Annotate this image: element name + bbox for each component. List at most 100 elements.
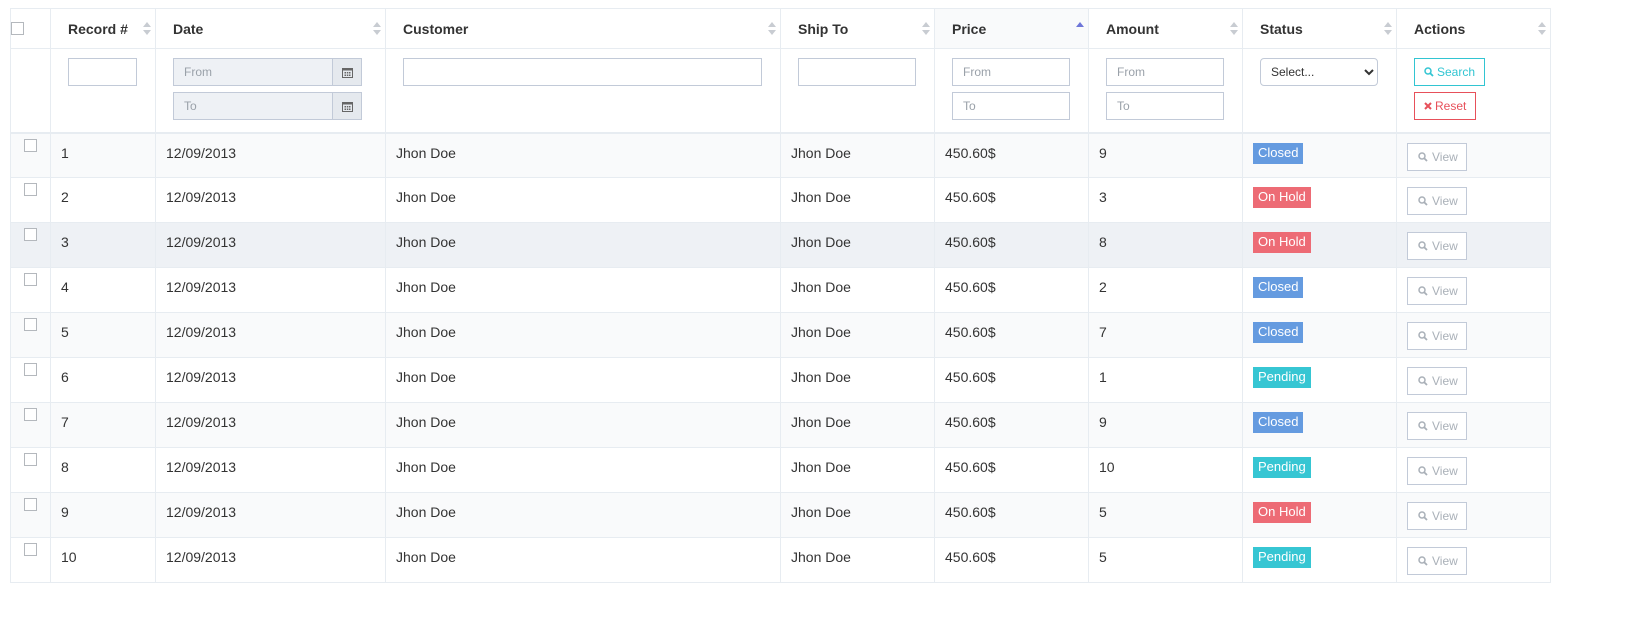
column-header-customer[interactable]: Customer	[385, 8, 781, 49]
search-icon	[1418, 556, 1428, 566]
status-filter-select[interactable]: Select...	[1260, 58, 1378, 86]
row-checkbox[interactable]	[24, 273, 37, 286]
row-checkbox[interactable]	[24, 498, 37, 511]
view-button[interactable]: View	[1407, 322, 1467, 350]
search-icon	[1418, 241, 1428, 251]
customer-cell: Jhon Doe	[385, 492, 781, 538]
row-select-cell	[10, 447, 51, 493]
date-cell: 12/09/2013	[155, 177, 386, 223]
sort-arrows-icon	[768, 22, 776, 36]
customer-cell: Jhon Doe	[385, 177, 781, 223]
search-icon	[1418, 196, 1428, 206]
select-all-checkbox[interactable]	[11, 21, 24, 35]
actions-cell: View	[1396, 222, 1551, 268]
column-header-amount[interactable]: Amount	[1088, 8, 1243, 49]
status-badge: Pending	[1253, 547, 1311, 568]
calendar-icon[interactable]	[332, 58, 362, 86]
amount-from-input[interactable]	[1106, 58, 1224, 86]
column-header-date[interactable]: Date	[155, 8, 386, 49]
view-button[interactable]: View	[1407, 142, 1467, 171]
date-from-group	[173, 58, 362, 86]
record-filter-input[interactable]	[68, 58, 137, 86]
view-button[interactable]: View	[1407, 502, 1467, 530]
price-cell: 450.60$	[934, 402, 1089, 448]
column-header-record[interactable]: Record #	[50, 8, 156, 49]
column-header-status[interactable]: Status	[1242, 8, 1397, 49]
row-checkbox[interactable]	[24, 363, 37, 376]
row-checkbox[interactable]	[24, 138, 37, 152]
table-row: 1 12/09/2013 Jhon Doe Jhon Doe 450.60$ 9…	[10, 132, 1551, 178]
table-body: 1 12/09/2013 Jhon Doe Jhon Doe 450.60$ 9…	[10, 132, 1551, 583]
status-badge: On Hold	[1253, 187, 1311, 208]
column-header-actions[interactable]: Actions	[1396, 8, 1551, 49]
status-cell: Closed	[1242, 402, 1397, 448]
date-from-input[interactable]	[173, 58, 332, 86]
view-button[interactable]: View	[1407, 367, 1467, 395]
actions-cell: View	[1396, 312, 1551, 358]
amount-cell: 5	[1088, 537, 1243, 583]
date-to-input[interactable]	[173, 92, 332, 120]
actions-cell: View	[1396, 447, 1551, 493]
filter-cell-date	[155, 48, 386, 134]
search-icon	[1418, 331, 1428, 341]
row-select-cell	[10, 357, 51, 403]
ship-to-cell: Jhon Doe	[780, 402, 935, 448]
price-to-input[interactable]	[952, 92, 1070, 120]
date-cell: 12/09/2013	[155, 537, 386, 583]
filter-cell-price	[934, 48, 1089, 134]
row-checkbox[interactable]	[24, 228, 37, 241]
date-cell: 12/09/2013	[155, 267, 386, 313]
actions-cell: View	[1396, 357, 1551, 403]
ship-to-filter-input[interactable]	[798, 58, 916, 86]
table-header-row: Record # Date Customer Ship To Price Amo…	[10, 8, 1551, 49]
amount-to-input[interactable]	[1106, 92, 1224, 120]
table-row: 8 12/09/2013 Jhon Doe Jhon Doe 450.60$ 1…	[10, 447, 1551, 493]
ship-to-cell: Jhon Doe	[780, 222, 935, 268]
search-icon	[1418, 286, 1428, 296]
record-cell: 5	[50, 312, 156, 358]
view-button[interactable]: View	[1407, 457, 1467, 485]
date-cell: 12/09/2013	[155, 312, 386, 358]
price-cell: 450.60$	[934, 537, 1089, 583]
column-header-price[interactable]: Price	[934, 8, 1089, 49]
customer-cell: Jhon Doe	[385, 447, 781, 493]
calendar-icon[interactable]	[332, 92, 362, 120]
view-button[interactable]: View	[1407, 277, 1467, 305]
row-select-cell	[10, 492, 51, 538]
sort-arrows-icon	[922, 22, 930, 36]
price-cell: 450.60$	[934, 357, 1089, 403]
column-header-ship-to[interactable]: Ship To	[780, 8, 935, 49]
record-cell: 7	[50, 402, 156, 448]
amount-cell: 1	[1088, 357, 1243, 403]
amount-cell: 2	[1088, 267, 1243, 313]
search-icon	[1424, 67, 1434, 77]
ship-to-cell: Jhon Doe	[780, 177, 935, 223]
row-checkbox[interactable]	[24, 318, 37, 331]
view-button[interactable]: View	[1407, 232, 1467, 260]
date-cell: 12/09/2013	[155, 447, 386, 493]
view-button[interactable]: View	[1407, 547, 1467, 575]
table-row: 5 12/09/2013 Jhon Doe Jhon Doe 450.60$ 7…	[10, 312, 1551, 358]
row-checkbox[interactable]	[24, 183, 37, 196]
view-button[interactable]: View	[1407, 187, 1467, 215]
customer-cell: Jhon Doe	[385, 267, 781, 313]
row-select-cell	[10, 267, 51, 313]
search-button[interactable]: Search	[1414, 58, 1486, 86]
row-checkbox[interactable]	[24, 453, 37, 466]
table-row: 3 12/09/2013 Jhon Doe Jhon Doe 450.60$ 8…	[10, 222, 1551, 268]
customer-cell: Jhon Doe	[385, 222, 781, 268]
status-badge: Closed	[1253, 412, 1304, 433]
row-checkbox[interactable]	[24, 408, 37, 421]
view-button[interactable]: View	[1407, 412, 1467, 440]
table-row: 10 12/09/2013 Jhon Doe Jhon Doe 450.60$ …	[10, 537, 1551, 583]
date-cell: 12/09/2013	[155, 492, 386, 538]
reset-button[interactable]: Reset	[1414, 92, 1477, 120]
price-from-input[interactable]	[952, 58, 1070, 86]
customer-filter-input[interactable]	[403, 58, 762, 86]
amount-cell: 8	[1088, 222, 1243, 268]
amount-cell: 3	[1088, 177, 1243, 223]
row-select-cell	[10, 312, 51, 358]
status-cell: Pending	[1242, 447, 1397, 493]
date-cell: 12/09/2013	[155, 132, 386, 178]
row-checkbox[interactable]	[24, 543, 37, 556]
